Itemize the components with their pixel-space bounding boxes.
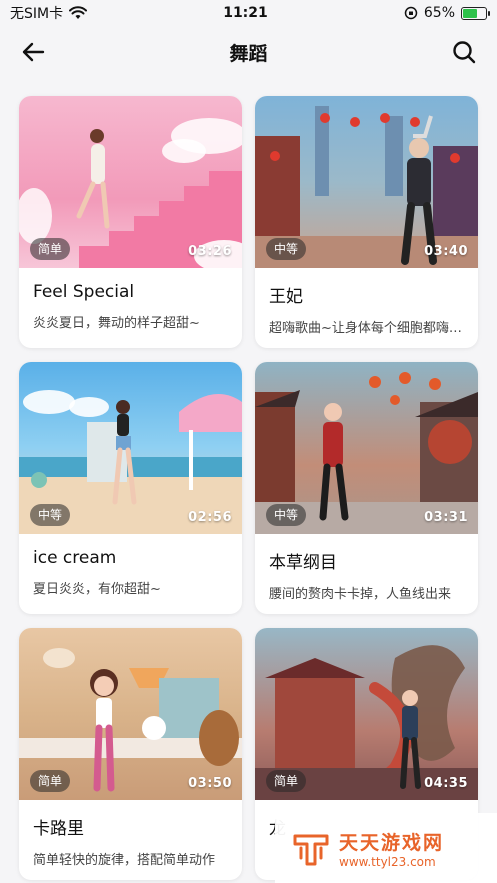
video-card[interactable]: 中等 02:56 ice cream 夏日炎炎，有你超甜~ <box>19 362 242 614</box>
duration-label: 04:35 <box>424 776 468 791</box>
battery-percent: 65% <box>423 5 455 21</box>
duration-label: 02:56 <box>188 510 232 525</box>
card-description: 超嗨歌曲~让身体每个细胞都嗨起来 <box>269 321 475 336</box>
card-description: 炎炎夏日，舞动的样子超甜~ <box>33 316 200 331</box>
difficulty-badge: 简单 <box>266 770 307 792</box>
duration-label: 03:26 <box>188 244 232 259</box>
page-title: 舞蹈 <box>229 42 268 65</box>
video-thumbnail: 简单 03:50 <box>19 628 242 800</box>
card-title: Feel Special <box>33 282 135 302</box>
carrier-label: 无SIM卡 <box>10 6 64 22</box>
card-title: ice cream <box>33 548 117 568</box>
video-card[interactable]: 中等 03:40 王妃 超嗨歌曲~让身体每个细胞都嗨起来 <box>255 96 478 348</box>
watermark-title: 天天游戏网 <box>339 831 445 854</box>
duration-label: 03:50 <box>188 776 232 791</box>
video-thumbnail: 中等 02:56 <box>19 362 242 534</box>
card-description: 夏日炎炎，有你超甜~ <box>33 582 161 597</box>
video-thumbnail: 简单 04:35 <box>255 628 478 800</box>
site-logo-icon <box>293 834 329 866</box>
clock: 11:21 <box>223 5 268 21</box>
difficulty-badge: 简单 <box>30 238 71 260</box>
video-thumbnail: 中等 03:40 <box>255 96 478 268</box>
status-bar: 无SIM卡 11:21 65% <box>0 0 497 26</box>
difficulty-badge: 中等 <box>266 238 307 260</box>
video-card[interactable]: 简单 03:50 卡路里 简单轻快的旋律，搭配简单动作 <box>19 628 242 880</box>
rotation-lock-icon <box>404 6 418 20</box>
duration-label: 03:31 <box>424 510 468 525</box>
card-description: 简单轻快的旋律，搭配简单动作 <box>33 853 216 868</box>
arrow-left-icon <box>22 42 45 62</box>
watermark-overlay: 天天游戏网 www.ttyl23.com <box>275 813 497 883</box>
difficulty-badge: 简单 <box>30 770 71 792</box>
watermark-url: www.ttyl23.com <box>339 854 436 869</box>
difficulty-badge: 中等 <box>30 504 71 526</box>
battery-icon <box>461 6 490 20</box>
wifi-icon <box>69 6 88 19</box>
card-description: 腰间的赘肉卡卡掉，人鱼线出来 <box>269 587 452 602</box>
search-button[interactable] <box>449 38 479 66</box>
search-icon <box>453 41 476 64</box>
nav-header: 舞蹈 <box>0 26 497 78</box>
video-thumbnail: 简单 03:26 <box>19 96 242 268</box>
video-thumbnail: 中等 03:31 <box>255 362 478 534</box>
video-card[interactable]: 中等 03:31 本草纲目 腰间的赘肉卡卡掉，人鱼线出来 <box>255 362 478 614</box>
difficulty-badge: 中等 <box>266 504 307 526</box>
card-title: 本草纲目 <box>269 553 337 573</box>
card-title: 王妃 <box>269 287 303 307</box>
duration-label: 03:40 <box>424 244 468 259</box>
card-title: 卡路里 <box>33 819 84 839</box>
video-card[interactable]: 简单 03:26 Feel Special 炎炎夏日，舞动的样子超甜~ <box>19 96 242 348</box>
back-button[interactable] <box>18 38 48 66</box>
